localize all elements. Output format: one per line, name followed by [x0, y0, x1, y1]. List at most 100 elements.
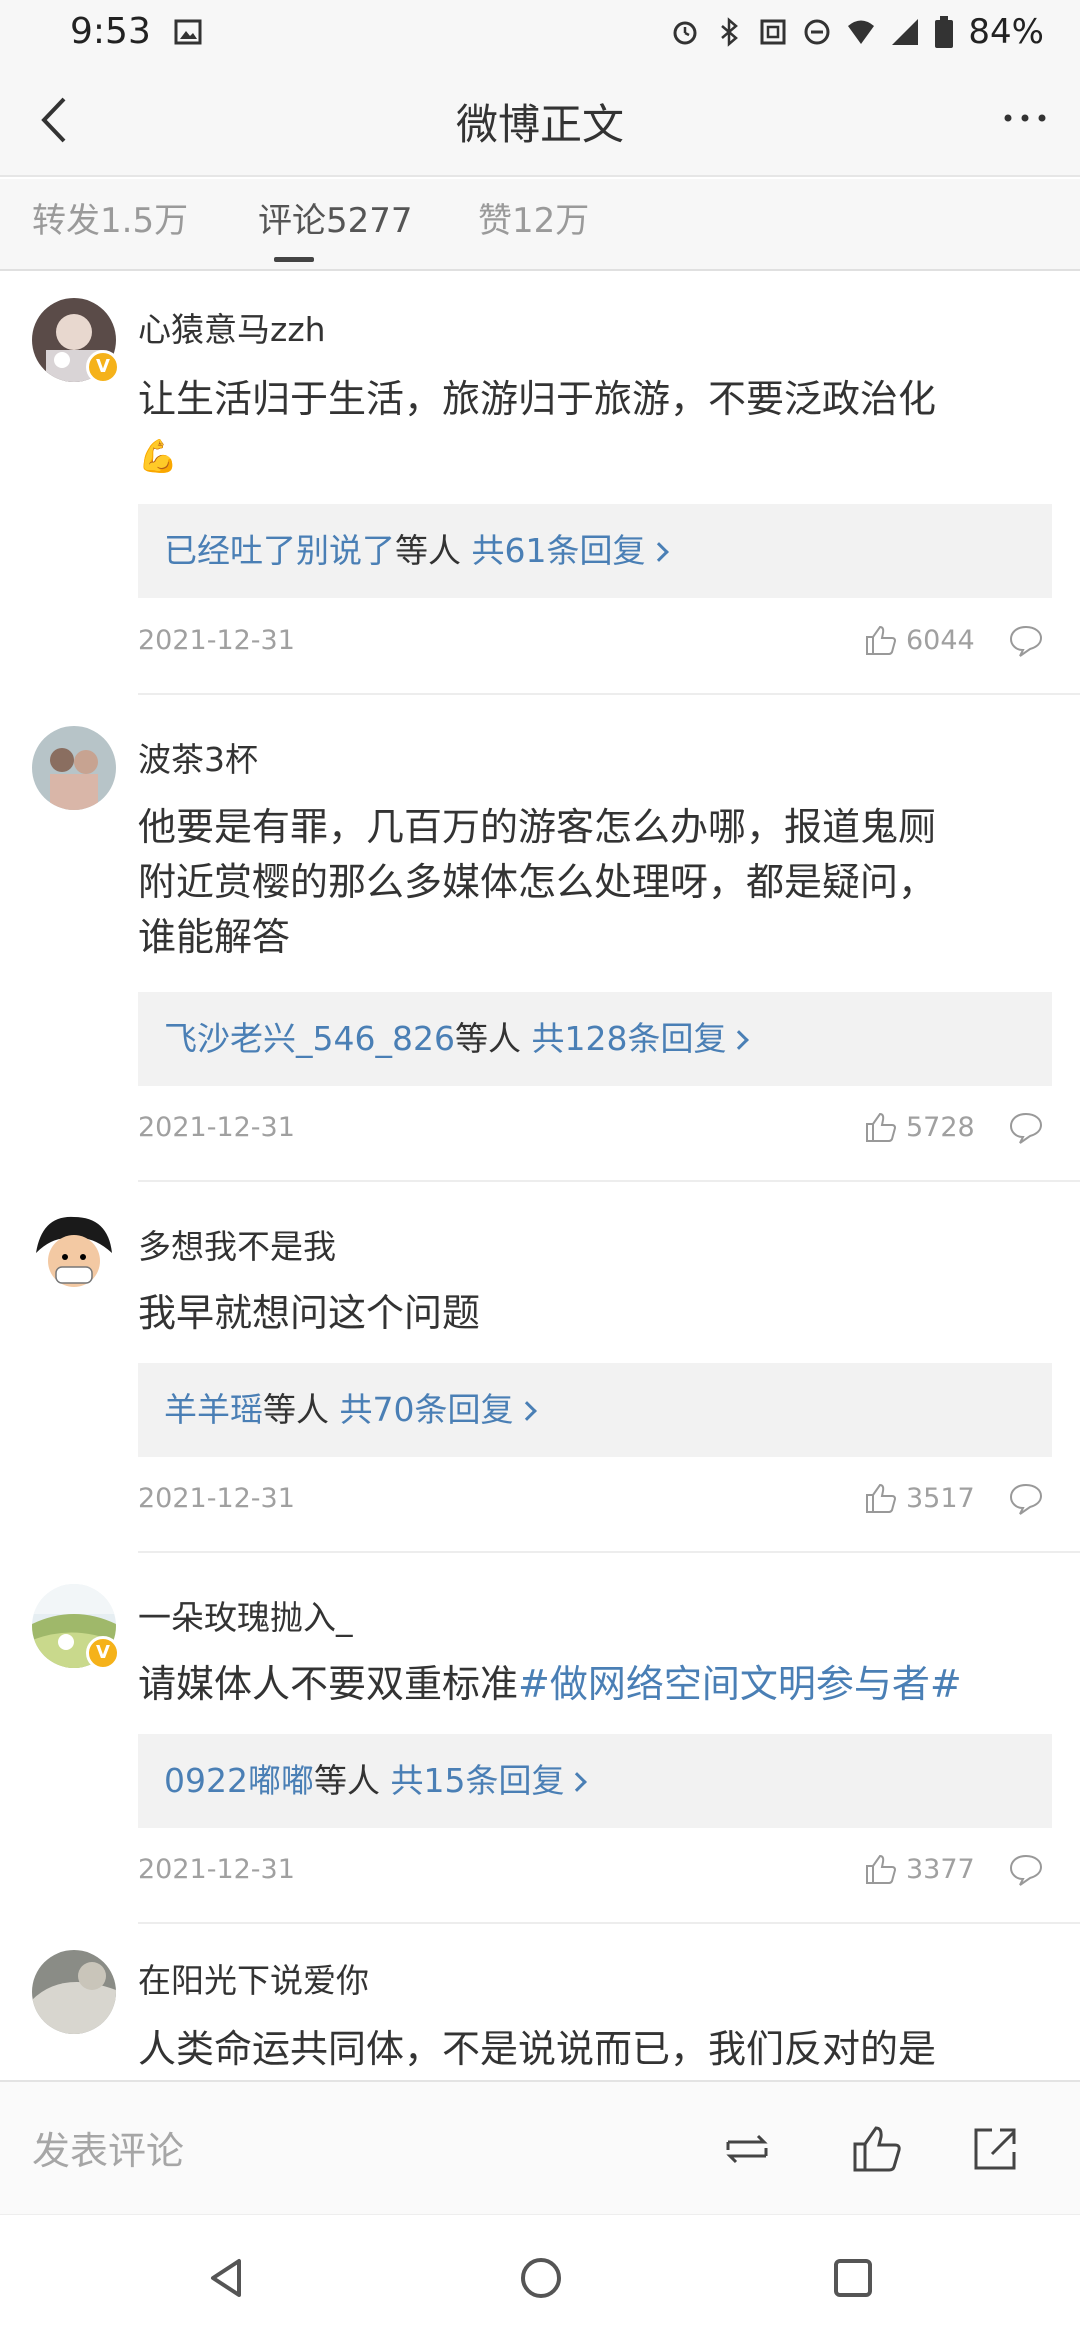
battery-percent: 84%	[968, 11, 1044, 52]
like-icon[interactable]	[850, 2122, 904, 2176]
avatar-image	[32, 1213, 116, 1297]
comment-text-body: 请媒体人不要双重标准	[138, 1662, 519, 1706]
active-tab-indicator	[274, 257, 314, 262]
like-button[interactable]: 6044	[864, 623, 975, 657]
reply-icon[interactable]	[1008, 623, 1044, 659]
like-icon	[866, 1112, 897, 1142]
system-recents-icon[interactable]	[828, 2253, 878, 2303]
comment-text: 让生活归于生活，旅游归于旅游，不要泛政治化 💪	[138, 372, 1038, 484]
nav-bar: 微博正文	[0, 63, 1080, 177]
avatar[interactable]: V	[32, 1584, 120, 1670]
divider	[138, 1551, 1080, 1553]
wifi-icon	[848, 20, 875, 44]
chevron-right-icon	[567, 1772, 588, 1792]
avatar[interactable]	[32, 1213, 116, 1297]
alarm-icon	[673, 21, 697, 44]
system-nav-bar	[0, 2214, 1080, 2340]
comment-username[interactable]: 多想我不是我	[138, 1220, 336, 1268]
reply-preview[interactable]: 飞沙老兴_546_826等人 共128条回复	[138, 992, 1052, 1086]
reply-count-link[interactable]: 共70条回复	[340, 1390, 514, 1429]
status-bar: 9:53 84%	[0, 0, 1080, 63]
like-count: 3377	[906, 1853, 975, 1885]
reply-preview-user[interactable]: 飞沙老兴_546_826	[164, 1019, 455, 1058]
hashtag-link[interactable]: #做网络空间文明参与者#	[518, 1662, 962, 1706]
reply-count-link[interactable]: 共61条回复	[472, 531, 646, 570]
comment-text: 他要是有罪，几百万的游客怎么办哪，报道鬼厕 附近赏樱的那么多媒体怎么处理呀，都是…	[138, 800, 1038, 965]
comment-date: 2021-12-31	[138, 1483, 295, 1514]
avatar-image	[32, 1950, 116, 2034]
comment-text: 人类命运共同体，不是说说而已，我们反对的是	[138, 2027, 937, 2071]
reply-preview-user[interactable]: 0922嘟嘟	[164, 1761, 314, 1800]
divider	[138, 1922, 1080, 1924]
verified-badge-icon: V	[86, 350, 120, 384]
flexed-biceps-emoji: 💪	[138, 437, 178, 475]
comment-text-body: 让生活归于生活，旅游归于旅游，不要泛政治化	[138, 377, 937, 421]
reply-preview[interactable]: 0922嘟嘟等人 共15条回复	[138, 1734, 1052, 1828]
share-icon[interactable]	[968, 2122, 1022, 2176]
repost-icon[interactable]	[720, 2122, 774, 2176]
reply-icon[interactable]	[1008, 1110, 1044, 1146]
tab-comments[interactable]: 评论5277	[258, 193, 413, 242]
avatar[interactable]: V	[32, 298, 120, 384]
comment-username[interactable]: 一朵玫瑰抛入_	[138, 1591, 353, 1639]
verified-badge-icon: V	[86, 1636, 120, 1670]
bluetooth-icon	[721, 16, 739, 47]
signal-icon	[892, 18, 919, 45]
like-count: 5728	[906, 1111, 975, 1143]
comment-text-line: 他要是有罪，几百万的游客怎么办哪，报道鬼厕	[138, 805, 937, 849]
like-button[interactable]: 5728	[864, 1110, 975, 1144]
gallery-notification-icon	[174, 19, 202, 44]
tab-reposts[interactable]: 转发1.5万	[32, 193, 188, 242]
divider	[138, 693, 1080, 695]
like-count: 3517	[906, 1482, 975, 1514]
reply-count-link[interactable]: 共128条回复	[531, 1019, 726, 1058]
comment-username[interactable]: 在阳光下说爱你	[138, 1954, 369, 2002]
comment-username[interactable]: 心猿意马zzh	[138, 303, 326, 351]
reply-preview-user[interactable]: 羊羊瑶	[164, 1390, 263, 1429]
compose-comment-input[interactable]: 发表评论	[32, 2120, 184, 2175]
nfc-icon	[760, 19, 786, 44]
page-title: 微博正文	[455, 100, 624, 149]
avatar-image	[32, 726, 116, 810]
like-button[interactable]: 3517	[864, 1481, 975, 1515]
tab-likes[interactable]: 赞12万	[478, 193, 589, 242]
system-home-icon[interactable]	[516, 2253, 566, 2303]
reply-preview[interactable]: 已经吐了别说了等人 共61条回复	[138, 504, 1052, 598]
tab-bar: 转发1.5万 评论5277 赞12万	[0, 179, 1080, 271]
like-icon	[866, 1483, 897, 1513]
chevron-right-icon	[516, 1401, 537, 1421]
comment-text: 我早就想问这个问题	[138, 1291, 481, 1335]
avatar[interactable]	[32, 1950, 116, 2034]
like-icon	[866, 625, 897, 655]
dnd-icon	[804, 19, 830, 44]
comment-text: 请媒体人不要双重标准#做网络空间文明参与者#	[138, 1657, 1038, 1712]
weibo-comments-screen: 9:53 84% 微博正文 转发1.5万 评论5277 赞12万 V 心猿意马z…	[0, 0, 1080, 2340]
chevron-right-icon	[729, 1030, 750, 1050]
comment-date: 2021-12-31	[138, 1854, 295, 1885]
bottom-action-bar: 发表评论	[0, 2080, 1080, 2214]
reply-preview-suffix: 等人	[263, 1390, 329, 1429]
comment-date: 2021-12-31	[138, 625, 295, 656]
reply-icon[interactable]	[1008, 1852, 1044, 1888]
reply-preview-suffix: 等人	[313, 1761, 380, 1800]
comment-text-line: 附近赏樱的那么多媒体怎么处理呀，都是疑问，	[138, 860, 937, 904]
reply-icon[interactable]	[1008, 1481, 1044, 1517]
comment-username[interactable]: 波茶3杯	[138, 733, 258, 781]
like-button[interactable]: 3377	[864, 1852, 975, 1886]
reply-count-link[interactable]: 共15条回复	[390, 1761, 564, 1800]
more-icon[interactable]	[1000, 103, 1050, 133]
reply-preview-suffix: 等人	[395, 531, 461, 570]
system-back-icon[interactable]	[203, 2253, 253, 2303]
reply-preview[interactable]: 羊羊瑶等人 共70条回复	[138, 1363, 1052, 1457]
chevron-right-icon	[648, 542, 669, 562]
like-count: 6044	[906, 624, 975, 656]
reply-preview-user[interactable]: 已经吐了别说了	[164, 531, 395, 570]
status-time: 9:53	[70, 11, 151, 52]
battery-icon	[935, 15, 954, 48]
reply-preview-suffix: 等人	[454, 1019, 521, 1058]
divider	[138, 1180, 1080, 1182]
like-icon	[866, 1854, 897, 1884]
comment-text-line: 谁能解答	[138, 915, 291, 959]
avatar[interactable]	[32, 726, 116, 810]
comment-date: 2021-12-31	[138, 1112, 295, 1143]
